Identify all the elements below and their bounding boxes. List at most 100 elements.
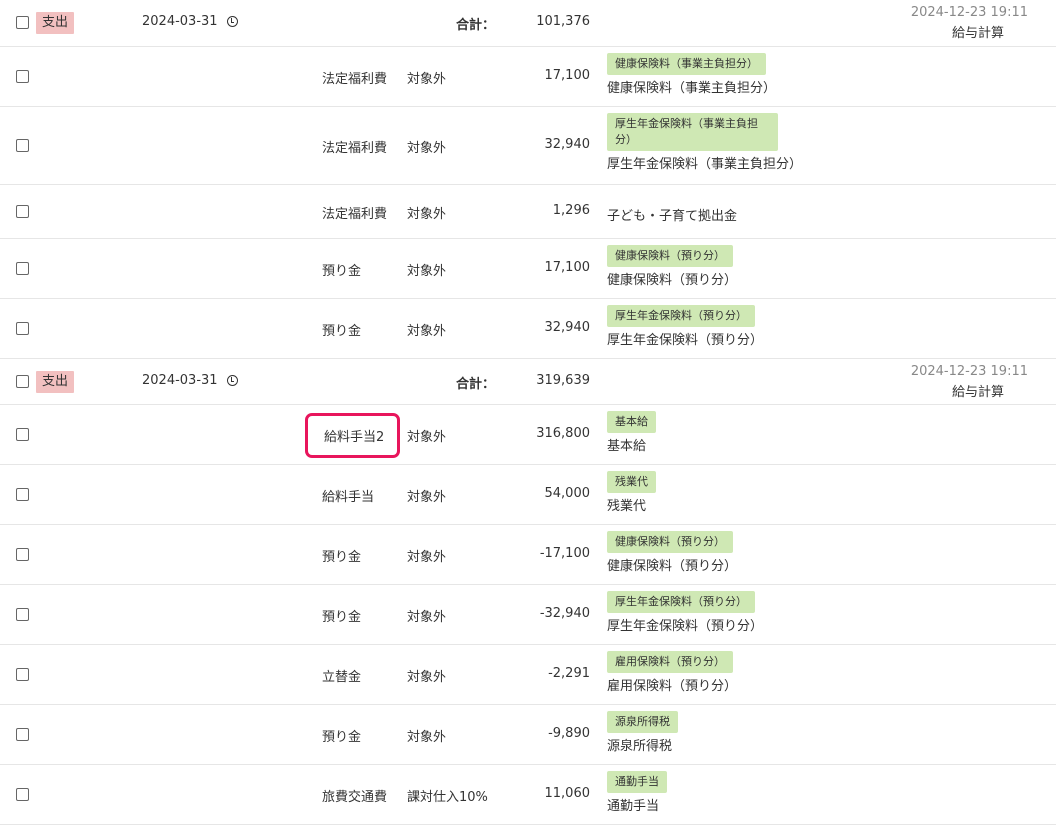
memo-text: 健康保険料（預り分） (607, 273, 738, 288)
journal-date: 2024-03-31 (142, 373, 218, 388)
account-name[interactable]: 法定福利費 (322, 137, 387, 156)
memo-cell: 通勤手当 通勤手当 (607, 771, 667, 814)
clock-icon[interactable] (227, 375, 238, 386)
memo-cell: 健康保険料（事業主負担分） 健康保険料（事業主負担分） (607, 53, 776, 96)
journal-line-row[interactable]: 立替金 対象外 -2,291 雇用保険料（預り分） 雇用保険料（預り分） (0, 645, 1056, 705)
memo-tag[interactable]: 健康保険料（預り分） (607, 245, 733, 267)
journal-header-row[interactable]: 支出 2024-03-31 合計： 319,639 2024-12-23 19:… (0, 359, 1056, 405)
memo-text: 健康保険料（預り分） (607, 559, 738, 574)
tax-category: 対象外 (407, 140, 447, 156)
journal-line-row[interactable]: 法定福利費 対象外 17,100 健康保険料（事業主負担分） 健康保険料（事業主… (0, 47, 1056, 107)
memo-text: 残業代 (607, 499, 647, 514)
line-amount: -32,940 (539, 605, 590, 621)
total-amount: 319,639 (536, 373, 590, 388)
memo-text: 雇用保険料（預り分） (607, 679, 738, 694)
row-checkbox[interactable] (16, 607, 29, 621)
account-name[interactable]: 法定福利費 (322, 68, 387, 87)
memo-tag[interactable]: 健康保険料（事業主負担分） (607, 53, 766, 75)
total-label: 合計： (456, 377, 496, 392)
account-name[interactable]: 旅費交通費 (322, 786, 387, 805)
memo-tag[interactable]: 厚生年金保険料（預り分） (607, 591, 755, 613)
tax-category: 対象外 (407, 549, 447, 565)
row-checkbox[interactable] (16, 487, 29, 501)
memo-tag[interactable]: 残業代 (607, 471, 656, 493)
journal-line-row[interactable]: 給料手当2 対象外 316,800 基本給 基本給 (0, 405, 1056, 465)
tax-category: 対象外 (407, 71, 447, 87)
source-label: 給与計算 (951, 385, 1004, 400)
memo-cell: 雇用保険料（預り分） 雇用保険料（預り分） (607, 651, 737, 694)
journal-line-row[interactable]: 給料手当 対象外 54,000 残業代 残業代 (0, 465, 1056, 525)
row-checkbox[interactable] (16, 427, 29, 441)
memo-cell: 基本給 基本給 (607, 411, 656, 454)
memo-cell: 源泉所得税 源泉所得税 (607, 711, 678, 754)
clock-icon[interactable] (227, 16, 238, 27)
journal-line-row[interactable]: 預り金 対象外 32,940 厚生年金保険料（預り分） 厚生年金保険料（預り分） (0, 299, 1056, 359)
journal-line-row[interactable]: 預り金 対象外 17,100 健康保険料（預り分） 健康保険料（預り分） (0, 239, 1056, 299)
account-name[interactable]: 預り金 (322, 546, 361, 565)
tax-category: 対象外 (407, 323, 447, 339)
account-name[interactable]: 預り金 (322, 320, 361, 339)
row-checkbox[interactable] (16, 321, 29, 335)
line-amount: 11,060 (544, 785, 591, 801)
journal-line-row[interactable]: 法定福利費 対象外 1,296 子ども・子育て拠出金 (0, 185, 1056, 239)
line-amount: -17,100 (539, 545, 590, 561)
memo-tag[interactable]: 厚生年金保険料（事業主負担分） (607, 113, 778, 151)
memo-text: 厚生年金保険料（預り分） (607, 333, 764, 348)
memo-cell: 健康保険料（預り分） 健康保険料（預り分） (607, 531, 737, 574)
account-name[interactable]: 預り金 (322, 260, 361, 279)
row-checkbox[interactable] (16, 375, 29, 388)
tax-category: 対象外 (407, 729, 447, 745)
journal-line-row[interactable]: 預り金 対象外 -32,940 厚生年金保険料（預り分） 厚生年金保険料（預り分… (0, 585, 1056, 645)
memo-tag[interactable]: 雇用保険料（預り分） (607, 651, 733, 673)
memo-text: 健康保険料（事業主負担分） (607, 81, 777, 96)
tax-category: 対象外 (407, 429, 447, 445)
row-checkbox[interactable] (16, 69, 29, 83)
memo-cell: 厚生年金保険料（預り分） 厚生年金保険料（預り分） (607, 591, 763, 634)
memo-cell: 厚生年金保険料（預り分） 厚生年金保険料（預り分） (607, 305, 763, 348)
memo-tag[interactable]: 通勤手当 (607, 771, 667, 793)
line-amount: 32,940 (544, 136, 591, 152)
memo-cell: 厚生年金保険料（事業主負担分） 厚生年金保険料（事業主負担分） (607, 113, 802, 172)
memo-cell: 子ども・子育て拠出金 (607, 203, 737, 224)
row-checkbox[interactable] (16, 547, 29, 561)
memo-text: 源泉所得税 (607, 739, 673, 754)
memo-tag[interactable]: 基本給 (607, 411, 656, 433)
updated-timestamp: 2024-12-23 19:11 (910, 5, 1028, 20)
tax-category: 対象外 (407, 263, 447, 279)
updated-timestamp: 2024-12-23 19:11 (910, 364, 1028, 379)
memo-tag[interactable]: 厚生年金保険料（預り分） (607, 305, 755, 327)
row-checkbox[interactable] (16, 787, 29, 801)
total-amount: 101,376 (536, 14, 590, 29)
tax-category: 対象外 (407, 609, 447, 625)
row-checkbox[interactable] (16, 261, 29, 275)
memo-tag[interactable]: 源泉所得税 (607, 711, 678, 733)
journal-line-row[interactable]: 法定福利費 対象外 32,940 厚生年金保険料（事業主負担分） 厚生年金保険料… (0, 107, 1056, 185)
memo-text: 子ども・子育て拠出金 (607, 208, 738, 224)
tax-category: 課対仕入10% (407, 789, 488, 805)
row-checkbox[interactable] (16, 204, 29, 218)
account-name[interactable]: 預り金 (322, 726, 361, 745)
row-checkbox[interactable] (16, 727, 29, 741)
account-name[interactable]: 預り金 (322, 606, 361, 625)
memo-text: 厚生年金保険料（預り分） (607, 619, 764, 634)
memo-text: 通勤手当 (607, 799, 660, 814)
line-amount: 316,800 (536, 425, 590, 441)
line-amount: -2,291 (548, 665, 590, 681)
total-label: 合計： (456, 18, 496, 33)
journal-header-row[interactable]: 支出 2024-03-31 合計： 101,376 2024-12-23 19:… (0, 0, 1056, 47)
row-checkbox[interactable] (16, 667, 29, 681)
journal-line-row[interactable]: 預り金 対象外 -17,100 健康保険料（預り分） 健康保険料（預り分） (0, 525, 1056, 585)
account-name[interactable]: 法定福利費 (322, 203, 387, 222)
account-name[interactable]: 給料手当 (322, 486, 374, 505)
memo-cell: 健康保険料（預り分） 健康保険料（預り分） (607, 245, 737, 288)
memo-cell: 残業代 残業代 (607, 471, 656, 514)
memo-tag[interactable]: 健康保険料（預り分） (607, 531, 733, 553)
expense-badge: 支出 (36, 12, 75, 34)
row-checkbox[interactable] (16, 16, 29, 29)
row-checkbox[interactable] (16, 138, 29, 152)
journal-line-row[interactable]: 預り金 対象外 -9,890 源泉所得税 源泉所得税 (0, 705, 1056, 765)
account-name[interactable]: 立替金 (322, 666, 361, 685)
journal-line-row[interactable]: 旅費交通費 課対仕入10% 11,060 通勤手当 通勤手当 (0, 765, 1056, 825)
tax-category: 対象外 (407, 206, 447, 222)
account-name-highlighted[interactable]: 給料手当2 (305, 412, 401, 458)
